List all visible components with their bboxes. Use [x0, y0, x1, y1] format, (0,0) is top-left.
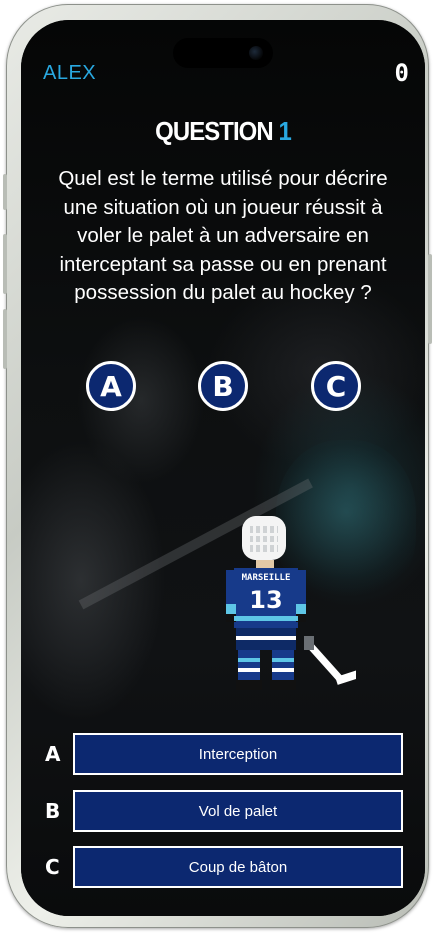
phone-frame: ALEX 0 QUESTION 1 Quel est le terme util…	[3, 4, 432, 928]
volume-up-button	[3, 234, 7, 294]
question-title: QUESTION 1	[37, 116, 409, 147]
player-name: ALEX	[43, 62, 97, 84]
app-screen: ALEX 0 QUESTION 1 Quel est le terme util…	[21, 20, 425, 916]
answer-row-a: A Interception	[21, 733, 425, 775]
answer-button-b[interactable]: Vol de palet	[73, 790, 403, 832]
camera-icon	[249, 46, 263, 60]
question-number: 1	[278, 116, 291, 146]
answer-row-c: C Coup de bâton	[21, 846, 425, 888]
question-label: QUESTION	[155, 116, 273, 146]
answer-button-c[interactable]: Coup de bâton	[73, 846, 403, 888]
volume-down-button	[3, 309, 7, 369]
answer-button-a[interactable]: Interception	[73, 733, 403, 775]
dynamic-island	[173, 38, 273, 68]
choice-button-a[interactable]: A	[86, 361, 136, 411]
action-button	[3, 174, 7, 210]
power-button	[428, 254, 432, 344]
mascot-jersey-text: MARSEILLE	[242, 573, 291, 583]
choice-button-c[interactable]: C	[311, 361, 361, 411]
mascot-jersey-number: 13	[249, 586, 282, 614]
answer-letter-c: C	[45, 855, 60, 879]
answer-row-b: B Vol de palet	[21, 790, 425, 832]
choice-button-b[interactable]: B	[198, 361, 248, 411]
score-counter: 0	[394, 59, 409, 87]
hockey-player-mascot: MARSEILLE 13	[226, 516, 356, 690]
answer-letter-b: B	[45, 799, 61, 823]
answer-letter-a: A	[45, 742, 61, 766]
question-text: Quel est le terme utilisé pour décrire u…	[58, 167, 388, 304]
